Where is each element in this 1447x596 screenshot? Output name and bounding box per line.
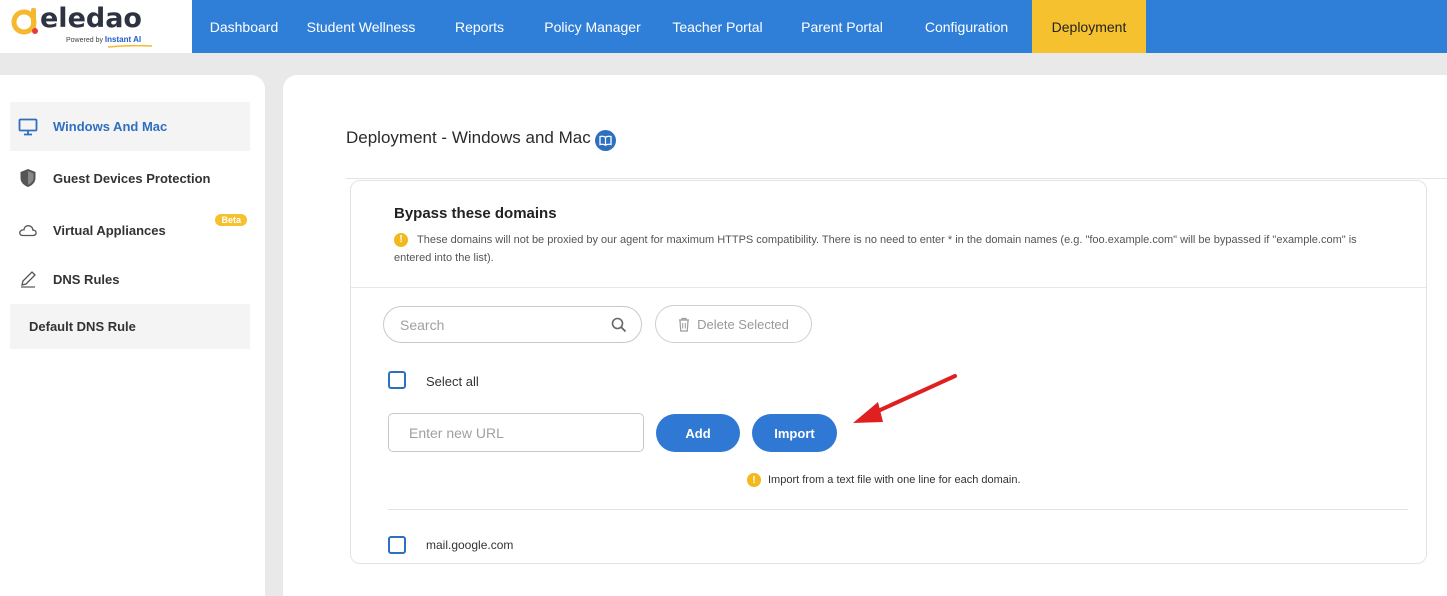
import-hint: ! Import from a text file with one line … xyxy=(747,473,1021,487)
annotation-arrow-icon xyxy=(853,374,957,423)
search-input[interactable] xyxy=(400,307,600,342)
cloud-icon xyxy=(18,220,38,240)
title-divider xyxy=(346,178,1447,179)
domain-row-label: mail.google.com xyxy=(426,538,514,552)
delete-selected-label: Delete Selected xyxy=(697,316,789,332)
nav-item-policy-manager[interactable]: Policy Manager xyxy=(533,0,652,53)
logo-swoosh-icon xyxy=(108,45,152,48)
nav-item-configuration[interactable]: Configuration xyxy=(901,0,1032,53)
card-description: ! These domains will not be proxied by o… xyxy=(394,231,1394,267)
nav-item-parent-portal[interactable]: Parent Portal xyxy=(783,0,901,53)
sidebar-item-virtual-appliances[interactable]: Virtual Appliances Beta xyxy=(10,206,250,254)
url-field[interactable] xyxy=(388,413,644,452)
main-nav: Dashboard Student Wellness Reports Polic… xyxy=(192,0,1146,53)
import-button[interactable]: Import xyxy=(752,414,837,452)
search-field[interactable] xyxy=(383,306,642,343)
brand-name: eledao xyxy=(40,3,142,34)
search-icon[interactable] xyxy=(611,317,627,333)
beta-badge: Beta xyxy=(215,214,247,226)
card-divider xyxy=(351,287,1426,288)
new-url-input[interactable] xyxy=(409,414,629,451)
sidebar: Windows And Mac Guest Devices Protection… xyxy=(0,75,265,596)
powered-by-text: Powered by Instant AI xyxy=(66,35,141,44)
brand-logo[interactable]: eledao Powered by Instant AI xyxy=(0,0,192,53)
card-title: Bypass these domains xyxy=(394,205,557,222)
trash-icon xyxy=(679,317,690,332)
sidebar-item-windows-and-mac[interactable]: Windows And Mac xyxy=(10,102,250,151)
book-icon[interactable] xyxy=(595,130,616,151)
page-title: Deployment - Windows and Mac xyxy=(346,128,591,147)
sidebar-item-label: Windows And Mac xyxy=(53,119,168,134)
nav-item-reports[interactable]: Reports xyxy=(426,0,533,53)
card-description-text: These domains will not be proxied by our… xyxy=(394,234,1357,264)
sidebar-item-guest-devices-protection[interactable]: Guest Devices Protection xyxy=(10,154,250,202)
sidebar-item-label: DNS Rules xyxy=(53,271,120,287)
nav-item-student-wellness[interactable]: Student Wellness xyxy=(296,0,426,53)
delete-selected-button[interactable]: Delete Selected xyxy=(655,305,812,343)
sidebar-item-label: Guest Devices Protection xyxy=(53,170,211,186)
powered-by-label: Powered by xyxy=(66,37,103,44)
top-navigation-bar: eledao Powered by Instant AI Dashboard S… xyxy=(0,0,1447,53)
domain-row-checkbox[interactable] xyxy=(388,536,406,554)
main-panel: Deployment - Windows and Mac Bypass thes… xyxy=(283,75,1447,596)
info-icon: ! xyxy=(394,233,408,247)
list-divider xyxy=(388,509,1408,510)
powered-by-brand: Instant AI xyxy=(104,35,142,44)
logo-mark-icon xyxy=(11,8,38,35)
sidebar-item-dns-rules[interactable]: DNS Rules xyxy=(10,255,250,303)
pencil-icon xyxy=(18,269,38,289)
nav-item-dashboard[interactable]: Dashboard xyxy=(192,0,296,53)
shield-icon xyxy=(18,168,38,188)
sidebar-subitem-default-dns-rule[interactable]: Default DNS Rule xyxy=(10,304,250,349)
monitor-icon xyxy=(18,117,38,137)
nav-item-teacher-portal[interactable]: Teacher Portal xyxy=(652,0,783,53)
nav-item-deployment[interactable]: Deployment xyxy=(1032,0,1146,53)
select-all-checkbox[interactable] xyxy=(388,371,406,389)
import-hint-text: Import from a text file with one line fo… xyxy=(768,474,1021,486)
info-icon: ! xyxy=(747,473,761,487)
sidebar-item-label: Virtual Appliances xyxy=(53,222,166,238)
select-all-label: Select all xyxy=(426,374,479,389)
add-button[interactable]: Add xyxy=(656,414,740,452)
sidebar-subitem-label: Default DNS Rule xyxy=(29,319,136,334)
